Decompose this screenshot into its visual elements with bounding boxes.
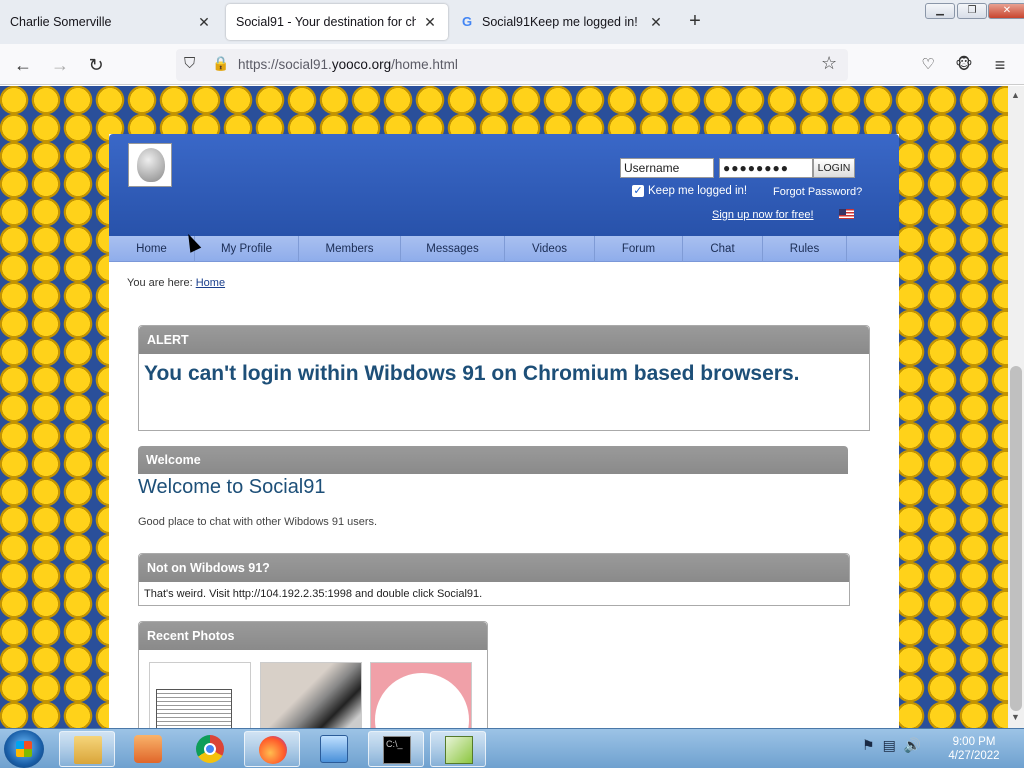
not-on-wibdows-header: Not on Wibdows 91? (139, 554, 849, 582)
menu-icon[interactable]: ≡ (987, 52, 1013, 78)
taskbar-chrome[interactable] (182, 731, 238, 767)
alert-box: ALERT You can't login within Wibdows 91 … (138, 325, 870, 431)
maximize-button[interactable]: ❐ (957, 3, 987, 19)
tab-title: Charlie Somerville (10, 15, 112, 29)
keep-logged-in-label: Keep me logged in! (648, 185, 748, 197)
welcome-box: Welcome (138, 446, 848, 474)
alert-header: ALERT (139, 326, 869, 354)
browser-window: Charlie Somerville ✕ Social91 - Your des… (0, 0, 1024, 728)
reload-icon[interactable]: ↻ (83, 52, 109, 78)
taskbar-notepad[interactable] (430, 731, 486, 767)
menu-item-members[interactable]: Members (299, 236, 401, 262)
photo-thumbnail[interactable] (370, 662, 472, 728)
tab-title: Social91 - Your destination for chatting (236, 15, 416, 29)
not-on-wibdows-text: That's weird. Visit http://104.192.2.35:… (144, 588, 483, 600)
network-icon[interactable]: ▤ (883, 737, 904, 753)
main-menu: Home My Profile Members Messages Videos … (109, 236, 899, 262)
new-tab-button[interactable]: + (684, 10, 706, 32)
menu-item-videos[interactable]: Videos (505, 236, 595, 262)
control-panel-icon (320, 735, 348, 763)
breadcrumb-prefix: You are here: (127, 277, 193, 289)
tab-title: Social91Keep me logged in! Forgot Passwo… (482, 15, 642, 29)
system-tray: ⚑▤🔊 (862, 737, 929, 754)
taskbar: C:\_ ⚑▤🔊 9:00 PM 4/27/2022 (0, 728, 1024, 768)
action-center-icon[interactable]: ⚑ (862, 737, 883, 753)
checkbox-check-icon[interactable]: ✓ (632, 185, 644, 197)
taskbar-media-player[interactable] (120, 731, 176, 767)
scrollbar-thumb[interactable] (1010, 366, 1022, 711)
welcome-header: Welcome (138, 446, 848, 474)
site-logo[interactable] (128, 143, 172, 187)
breadcrumb: You are here: Home (127, 277, 225, 289)
not-on-wibdows-box: Not on Wibdows 91? That's weird. Visit h… (138, 553, 850, 606)
scroll-up-icon[interactable]: ▲ (1011, 90, 1020, 100)
recent-photos-header: Recent Photos (139, 622, 487, 650)
start-button[interactable] (4, 730, 44, 768)
welcome-title: Welcome to Social91 (138, 476, 326, 498)
site-header: Username ●●●●●●●● LOGIN ✓ Keep me logged… (109, 134, 899, 236)
taskbar-explorer[interactable] (59, 731, 115, 767)
web-page: Username ●●●●●●●● LOGIN ✓ Keep me logged… (0, 86, 1008, 728)
shield-icon[interactable]: ⛉ (184, 55, 195, 72)
clock-time: 9:00 PM (952, 736, 996, 748)
photo-thumbnail[interactable] (260, 662, 362, 728)
close-tab-icon[interactable]: ✕ (196, 14, 212, 31)
close-tab-icon[interactable]: ✕ (648, 14, 664, 31)
command-prompt-icon: C:\_ (383, 736, 411, 764)
pocket-icon[interactable]: ♡ (915, 52, 941, 78)
url-text: https://social91.yooco.org/home.html (238, 57, 458, 72)
page-scrollbar[interactable]: ▲ ▼ (1008, 86, 1024, 728)
windows-logo-icon (16, 741, 32, 757)
window-close-button[interactable]: ✕ (988, 3, 1024, 19)
taskbar-clock[interactable]: 9:00 PM 4/27/2022 (944, 735, 1004, 763)
folder-icon (74, 736, 102, 764)
taskbar-control-panel[interactable] (306, 731, 362, 767)
signup-link[interactable]: Sign up now for free! (712, 209, 814, 221)
keep-logged-in-checkbox[interactable]: ✓ Keep me logged in! (632, 185, 747, 197)
username-input[interactable]: Username (620, 158, 714, 178)
login-button[interactable]: LOGIN (813, 158, 855, 178)
media-player-icon (134, 735, 162, 763)
forgot-password-link[interactable]: Forgot Password? (773, 186, 862, 198)
clock-date: 4/27/2022 (948, 750, 1000, 762)
menu-item-my-profile[interactable]: My Profile (195, 236, 299, 262)
menu-item-messages[interactable]: Messages (401, 236, 505, 262)
extension-monkey-icon[interactable]: 🐵 (951, 52, 977, 78)
tab-bar: Charlie Somerville ✕ Social91 - Your des… (0, 0, 1024, 44)
address-bar[interactable]: ⛉ 🔒 https://social91.yooco.org/home.html… (176, 49, 848, 81)
minimize-button[interactable]: ▁ (925, 3, 955, 19)
menu-item-forum[interactable]: Forum (595, 236, 683, 262)
lock-icon[interactable]: 🔒 (212, 55, 229, 72)
firefox-icon (259, 736, 287, 764)
tab-social91[interactable]: Social91 - Your destination for chatting… (226, 4, 448, 40)
menu-item-home[interactable]: Home (109, 236, 195, 262)
photo-thumbnail[interactable] (149, 662, 251, 728)
chrome-icon (196, 735, 224, 763)
back-icon[interactable]: ← (10, 52, 36, 78)
recent-photos-box: Recent Photos (138, 621, 488, 728)
close-tab-icon[interactable]: ✕ (422, 14, 438, 31)
menu-item-chat[interactable]: Chat (683, 236, 763, 262)
site-container: Username ●●●●●●●● LOGIN ✓ Keep me logged… (109, 134, 899, 728)
tab-google-search[interactable]: G Social91Keep me logged in! Forgot Pass… (452, 4, 674, 40)
forward-icon[interactable]: → (47, 52, 73, 78)
taskbar-firefox[interactable] (244, 731, 300, 767)
alert-message: You can't login within Wibdows 91 on Chr… (144, 362, 800, 385)
password-input[interactable]: ●●●●●●●● (719, 158, 813, 178)
scroll-down-icon[interactable]: ▼ (1011, 712, 1020, 722)
nav-bar: ← → ↻ ⛉ 🔒 https://social91.yooco.org/hom… (0, 44, 1024, 85)
menu-item-rules[interactable]: Rules (763, 236, 847, 262)
google-icon: G (462, 14, 473, 29)
taskbar-cmd[interactable]: C:\_ (368, 731, 424, 767)
bookmark-star-icon[interactable]: ☆ (821, 53, 837, 74)
volume-icon[interactable]: 🔊 (904, 737, 929, 753)
welcome-text: Good place to chat with other Wibdows 91… (138, 516, 378, 528)
notepad-icon (445, 736, 473, 764)
breadcrumb-home-link[interactable]: Home (196, 277, 225, 289)
tab-charlie[interactable]: Charlie Somerville ✕ (0, 4, 222, 40)
us-flag-icon[interactable] (839, 209, 854, 219)
